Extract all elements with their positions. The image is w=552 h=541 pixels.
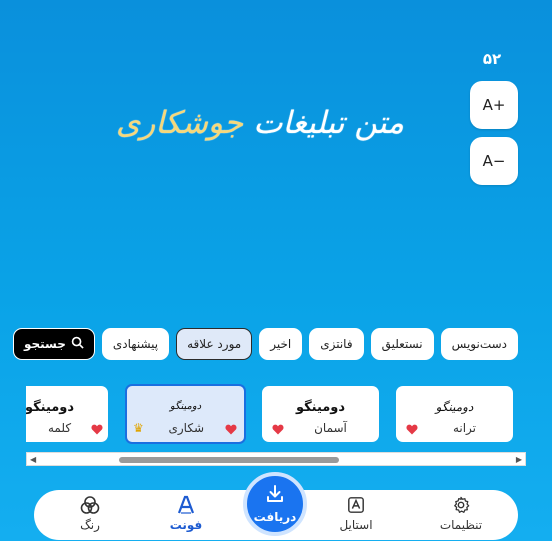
font-sample: دومینگو [26,400,75,415]
font-sample: دومینگو [435,400,474,414]
nav-font[interactable]: فونت [146,494,226,536]
font-name: آسمان [314,421,347,435]
download-button[interactable]: دریافت [243,472,307,536]
download-icon [265,484,285,508]
font-size-value: ۵۲ [482,50,502,68]
nav-font-label: فونت [169,518,203,532]
nav-style[interactable]: استایل [316,494,396,536]
nav-color[interactable]: رنگ [50,494,130,536]
decrease-font-size-button[interactable]: A− [470,137,518,185]
heart-icon[interactable] [406,424,418,435]
chip-suggested[interactable]: پیشنهادی [101,328,170,360]
search-chip-label: جستجو [23,337,66,351]
font-card[interactable]: دومینگو کلمه [26,386,108,442]
font-card[interactable]: دومینگو آسمان [262,386,379,442]
nav-color-label: رنگ [80,518,100,532]
font-sample: دومینگو [295,400,346,415]
font-icon [176,494,196,516]
crown-icon: ♛ [133,421,144,435]
gear-icon [452,494,470,516]
search-icon [71,336,84,352]
chip-favorites[interactable]: مورد علاقه [176,328,253,360]
chip-fantasy[interactable]: فانتزی [309,328,364,360]
font-name: کلمه [47,421,72,435]
font-card-list: دومینگو ترانه دومینگو آسمان دومینگو شکار… [26,384,526,446]
scroll-right-icon[interactable]: ▶ [516,455,522,464]
style-icon [347,494,365,516]
nav-settings[interactable]: تنظیمات [421,494,501,536]
font-card[interactable]: دومینگو ترانه [396,386,513,442]
chip-recent[interactable]: اخیر [259,328,303,360]
preview-text-main: متن تبلیغات [253,105,404,141]
download-label: دریافت [253,510,297,524]
chip-handwritten[interactable]: دست‌نویس [440,328,518,360]
font-name: شکاری [168,421,204,435]
horizontal-scrollbar[interactable]: ◀ ▶ [26,452,526,466]
preview-text[interactable]: متن تبلیغات جوشکاری [110,88,410,158]
nav-style-label: استایل [339,518,373,532]
heart-icon[interactable] [225,424,237,435]
increase-font-size-button[interactable]: A+ [470,81,518,129]
search-chip[interactable]: جستجو [12,328,95,360]
scroll-thumb[interactable] [119,457,339,463]
category-chips: جستجو پیشنهادی مورد علاقه اخیر فانتزی نس… [12,328,518,360]
nav-settings-label: تنظیمات [439,518,483,532]
font-card-selected[interactable]: دومینگو شکاری ♛ [125,384,246,444]
color-icon [80,494,100,516]
heart-icon[interactable] [91,424,103,435]
heart-icon[interactable] [272,424,284,435]
preview-text-accent: جوشکاری [116,105,243,141]
scroll-left-icon[interactable]: ◀ [30,455,36,464]
chip-nastaliq[interactable]: نستعلیق [370,328,434,360]
font-sample: دومینگو [169,401,202,412]
font-name: ترانه [452,421,477,435]
